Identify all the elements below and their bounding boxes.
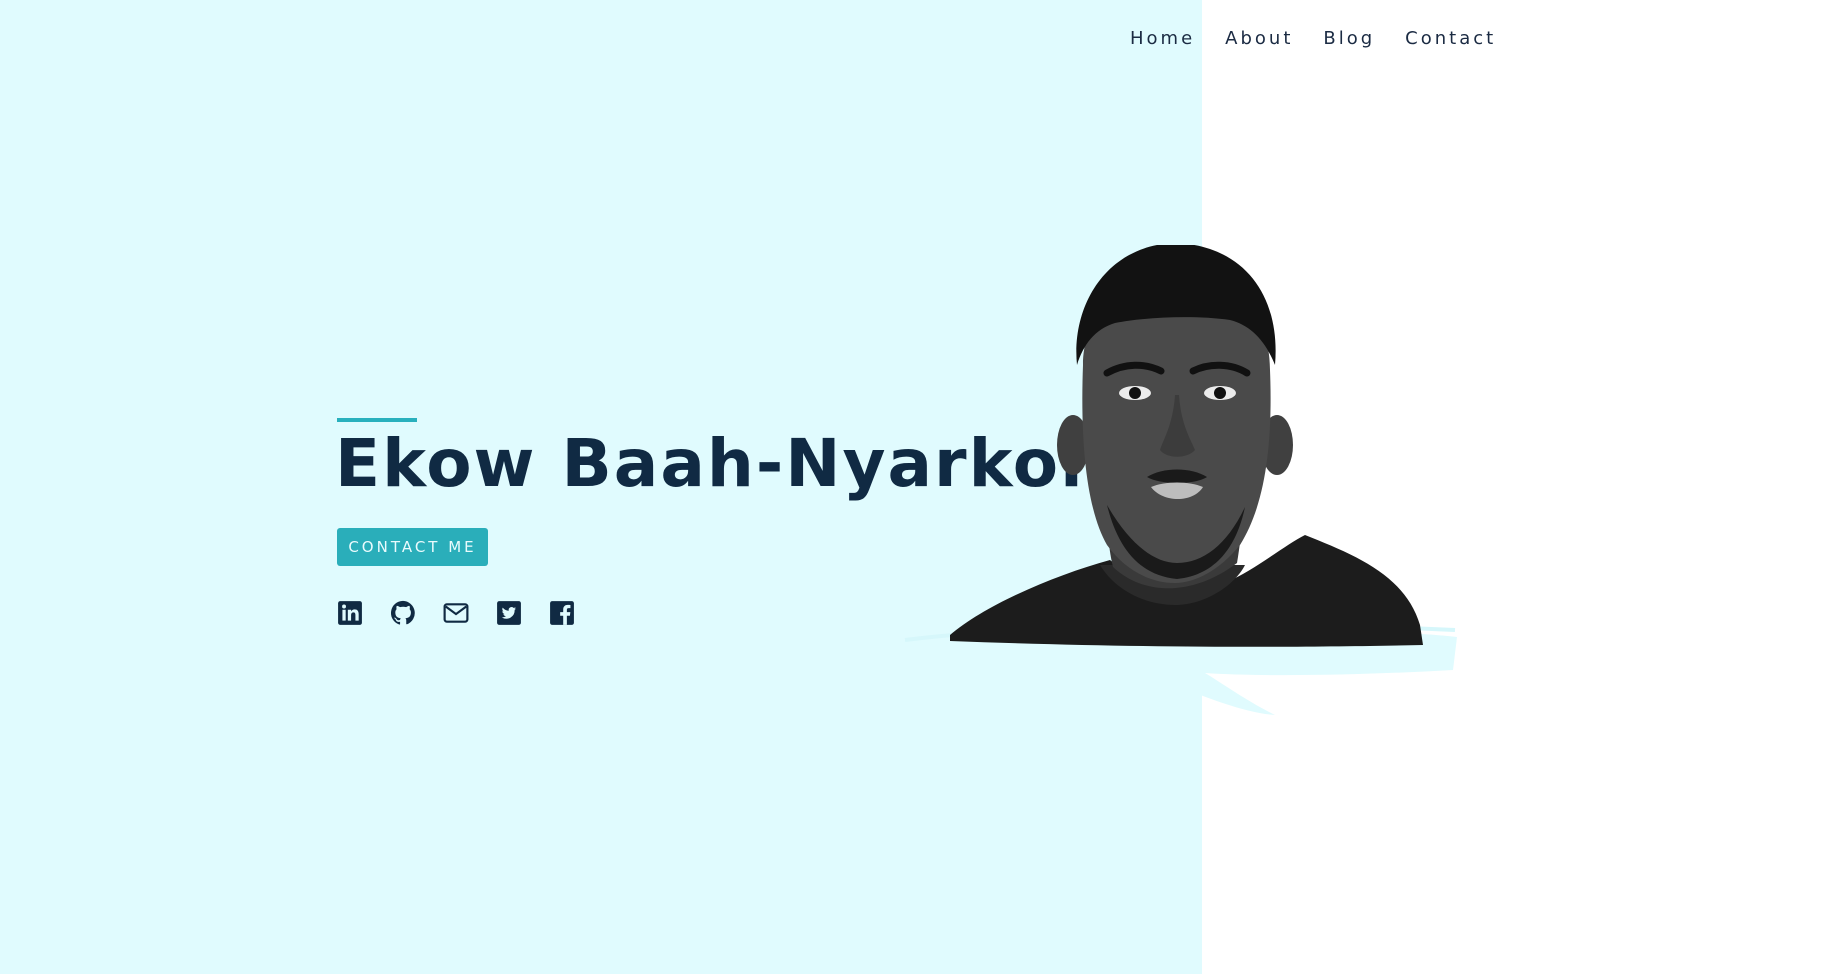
twitter-icon[interactable] <box>496 600 522 626</box>
linkedin-icon[interactable] <box>337 600 363 626</box>
email-icon[interactable] <box>443 600 469 626</box>
nav-about[interactable]: About <box>1225 28 1293 49</box>
nav-home[interactable]: Home <box>1130 28 1195 49</box>
social-links <box>337 600 575 626</box>
page: Home About Blog Contact Ekow Baah-Nyarko… <box>0 0 1841 974</box>
contact-me-button[interactable]: CONTACT ME <box>337 528 488 566</box>
portrait <box>845 243 1465 725</box>
github-icon[interactable] <box>390 600 416 626</box>
accent-rule <box>337 418 417 422</box>
facebook-icon[interactable] <box>549 600 575 626</box>
nav-blog[interactable]: Blog <box>1323 28 1375 49</box>
nav-contact[interactable]: Contact <box>1405 28 1496 49</box>
main-nav: Home About Blog Contact <box>1130 28 1526 49</box>
